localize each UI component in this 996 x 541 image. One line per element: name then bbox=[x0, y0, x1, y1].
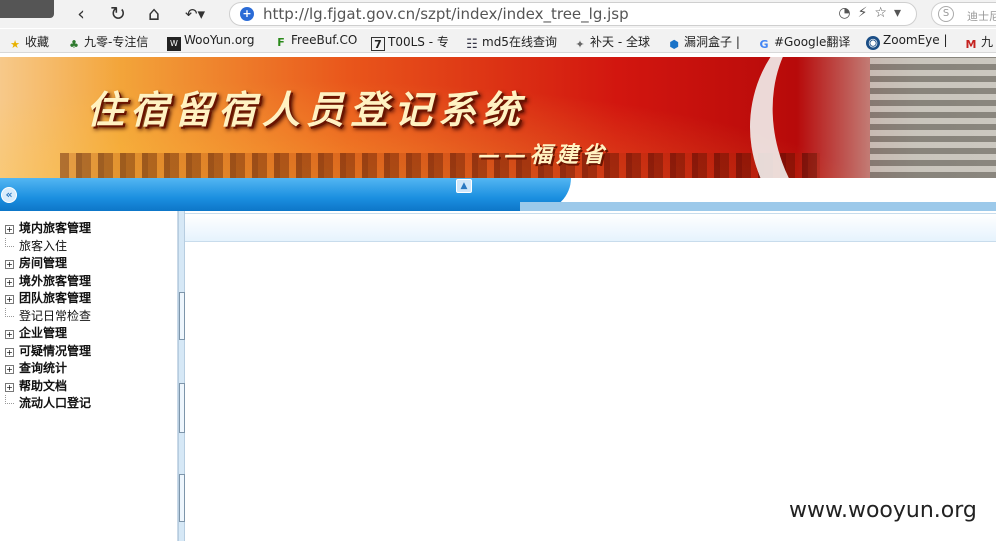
bookmark-item[interactable]: W WooYun.org bbox=[167, 33, 255, 51]
wooyun-icon: W bbox=[167, 37, 181, 51]
building-image bbox=[870, 57, 996, 178]
expand-icon[interactable]: + bbox=[5, 347, 14, 357]
shield-icon: + bbox=[240, 7, 254, 21]
undo-icon[interactable]: ↶▾ bbox=[178, 2, 212, 26]
bolt-icon[interactable]: ⚡ bbox=[858, 5, 875, 21]
t00ls-icon: 7 bbox=[371, 37, 385, 51]
watermark: www.wooyun.org bbox=[789, 498, 977, 523]
city-skyline bbox=[60, 153, 820, 178]
bookmark-item[interactable]: ☷ md5在线查询 bbox=[465, 33, 557, 52]
tree-item-enterprise-management[interactable]: + 企业管理 bbox=[5, 325, 91, 343]
nav-bar-gradient bbox=[0, 178, 571, 211]
home-icon[interactable]: ⌂ bbox=[142, 2, 166, 26]
tree-item-group-guests[interactable]: + 团队旅客管理 bbox=[5, 290, 91, 308]
bookmark-item[interactable]: ♣ 九零-专注信 bbox=[67, 33, 148, 52]
tree-item-floating-population[interactable]: 流动人口登记 bbox=[5, 395, 91, 413]
expand-icon[interactable]: + bbox=[5, 365, 14, 374]
site-banner: 住宿留宿人员登记系统 ——福建省 bbox=[0, 57, 996, 178]
nav-bar: « ▲ bbox=[0, 178, 996, 211]
bookmark-item[interactable]: ★ 收藏 bbox=[8, 33, 49, 52]
search-box[interactable]: S 迪士尼 bbox=[931, 2, 996, 26]
tree-item-help-docs[interactable]: + 帮助文档 bbox=[5, 378, 91, 396]
hexagon-icon: ⬢ bbox=[669, 38, 679, 51]
address-bar-icons[interactable]: ◔⚡☆▾ bbox=[838, 5, 908, 21]
collapse-header-icon[interactable]: ▲ bbox=[456, 179, 472, 193]
google-translate-icon: G bbox=[759, 38, 769, 51]
bookmark-item[interactable]: ⬢ 漏洞盒子 | bbox=[667, 33, 740, 52]
expand-icon[interactable]: + bbox=[5, 330, 14, 339]
back-icon[interactable]: ‹ bbox=[69, 2, 93, 26]
province-subtitle: ——福建省 bbox=[478, 142, 609, 168]
tree-item-daily-inspection[interactable]: 登记日常检查 bbox=[5, 307, 91, 326]
leaf-icon: ♣ bbox=[69, 38, 79, 51]
browser-toolbar: ‹ ↻ ⌂ ↶▾ + http://lg.fjgat.gov.cn/szpt/i… bbox=[0, 0, 996, 28]
tree-item-suspicious-cases[interactable]: + 可疑情况管理 bbox=[5, 343, 91, 361]
tree-item-query-statistics[interactable]: + 查询统计 bbox=[5, 360, 91, 378]
content-frame bbox=[185, 242, 996, 541]
search-placeholder: 迪士尼 bbox=[967, 10, 996, 23]
expand-icon[interactable]: + bbox=[5, 225, 14, 234]
tree-line-icon bbox=[5, 395, 14, 404]
tree-item-room-management[interactable]: + 房间管理 bbox=[5, 255, 91, 273]
content-header bbox=[185, 213, 996, 242]
speed-icon[interactable]: ◔ bbox=[838, 5, 857, 21]
nav-bar-strip bbox=[520, 202, 996, 211]
url-text[interactable]: http://lg.fjgat.gov.cn/szpt/index/index_… bbox=[263, 5, 629, 23]
collapse-sidebar-icon[interactable]: « bbox=[1, 187, 17, 203]
freebuf-icon: F bbox=[277, 36, 285, 49]
tree-item-foreign-guests[interactable]: + 境外旅客管理 bbox=[5, 273, 91, 291]
sidebar: + 境内旅客管理 旅客入住 + 房间管理 + 境外旅客管理 + 团队旅客管理 登记日常检… bbox=[0, 211, 178, 541]
bookmark-item[interactable]: 7 T00LS - 专 bbox=[371, 33, 449, 51]
grid-icon: ☷ bbox=[466, 37, 478, 52]
expand-icon[interactable]: + bbox=[5, 382, 14, 392]
bookmark-item[interactable]: F FreeBuf.CO bbox=[274, 33, 357, 50]
refresh-icon[interactable]: ↻ bbox=[106, 2, 130, 26]
bookmark-item[interactable]: G #Google翻译 bbox=[757, 33, 850, 52]
tree-line-icon bbox=[5, 307, 14, 317]
favorite-star-icon[interactable]: ☆ bbox=[874, 5, 894, 21]
tree-item-domestic-guests[interactable]: + 境内旅客管理 bbox=[5, 220, 91, 238]
mail-icon: M bbox=[965, 38, 977, 51]
dropdown-icon[interactable]: ▾ bbox=[894, 5, 908, 21]
bookmark-item[interactable]: ✦ 补天 - 全球 bbox=[573, 33, 650, 52]
tree-line-icon bbox=[5, 237, 14, 247]
bookmark-item[interactable]: ◉ ZoomEye | bbox=[866, 33, 948, 50]
eye-icon: ◉ bbox=[866, 36, 880, 50]
expand-icon[interactable]: + bbox=[5, 277, 14, 287]
panel-splitter[interactable] bbox=[178, 211, 185, 541]
search-engine-icon[interactable]: S bbox=[938, 6, 954, 22]
expand-icon[interactable]: + bbox=[5, 260, 14, 269]
menu-tree: + 境内旅客管理 旅客入住 + 房间管理 + 境外旅客管理 + 团队旅客管理 登记日常检… bbox=[5, 220, 91, 413]
bookmark-item[interactable]: M九 bbox=[964, 33, 994, 52]
star-icon: ★ bbox=[10, 38, 20, 51]
address-bar[interactable]: + http://lg.fjgat.gov.cn/szpt/index/inde… bbox=[229, 2, 917, 26]
butian-icon: ✦ bbox=[575, 38, 585, 51]
bookmarks-bar: ★ 收藏 ♣ 九零-专注信 W WooYun.org F FreeBuf.CO 7 T00… bbox=[0, 29, 996, 53]
expand-icon[interactable]: + bbox=[5, 295, 14, 304]
browser-tab[interactable] bbox=[0, 0, 54, 18]
tree-item-guest-checkin[interactable]: 旅客入住 bbox=[5, 237, 91, 256]
system-title: 住宿留宿人员登记系统 bbox=[86, 87, 527, 132]
